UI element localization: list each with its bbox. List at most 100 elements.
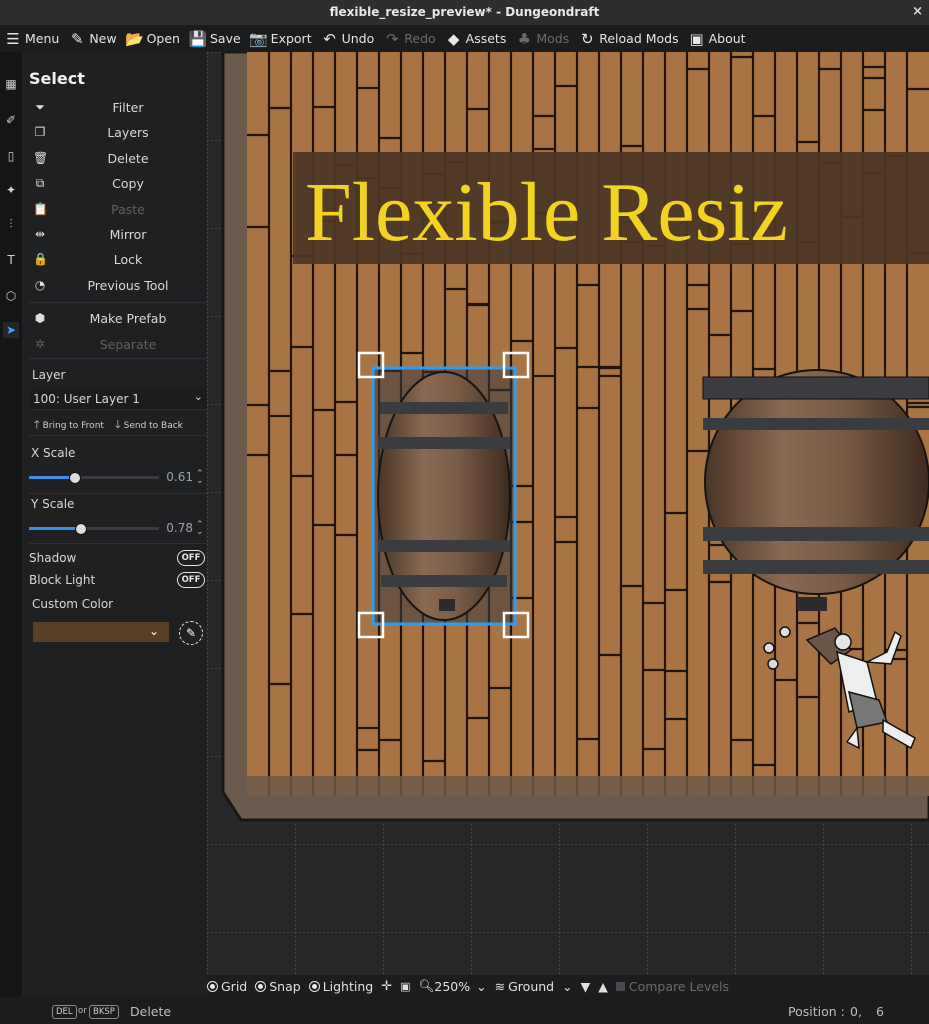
command-label: Separate xyxy=(99,336,157,352)
scatter-icon[interactable]: ✦ xyxy=(3,182,19,198)
trash-icon: 🗑 xyxy=(33,150,49,165)
command-label: Mirror xyxy=(109,227,147,242)
brush-icon[interactable]: ✐ xyxy=(3,112,19,128)
cube-icon: ⬢ xyxy=(34,311,46,325)
divider xyxy=(29,302,207,303)
menu-undo-button[interactable]: ↶ Undo xyxy=(321,29,374,48)
block-light-toggle[interactable]: OFF xyxy=(177,572,205,588)
calendar-icon[interactable]: ▣ xyxy=(400,980,410,993)
lighting-label: Lighting xyxy=(322,978,374,994)
folder-open-icon: 📂 xyxy=(125,29,144,48)
y-scale-spinner-icon[interactable]: ⌃ ⌄ xyxy=(196,521,204,537)
slider-knob[interactable] xyxy=(68,472,81,484)
select-arrow-icon[interactable]: ➤ xyxy=(3,322,19,338)
layers-icon: ❐ xyxy=(34,125,46,140)
center-view-icon[interactable]: ✛ xyxy=(381,979,392,994)
radio-icon xyxy=(207,980,218,992)
close-icon[interactable]: × xyxy=(912,4,923,19)
window-titlebar: flexible_resize_preview* - Dungeondraft … xyxy=(0,0,929,25)
map-icon[interactable]: ▦ xyxy=(3,76,19,92)
mirror-button[interactable]: ⇹ Mirror xyxy=(29,224,207,246)
map-canvas[interactable]: Flexible Resiz xyxy=(207,52,929,975)
menu-label: New xyxy=(89,31,117,46)
custom-color-dropdown[interactable]: ⌄ xyxy=(33,622,169,642)
layers-button[interactable]: ❐ Layers xyxy=(29,122,207,144)
command-label: Previous Tool xyxy=(87,277,169,293)
book-icon[interactable]: ▯ xyxy=(3,148,19,164)
slider-knob[interactable] xyxy=(75,523,87,535)
menu-menu-button[interactable]: ☰ Menu xyxy=(4,30,59,48)
copy-button[interactable]: ⧉ Copy xyxy=(29,173,207,195)
position-x: 0, xyxy=(850,1004,862,1019)
puzzle-icon: ♣ xyxy=(517,29,532,48)
level-up-button[interactable]: ▲ xyxy=(598,979,608,994)
separate-button[interactable]: ✲ Separate xyxy=(29,334,207,356)
filter-button[interactable]: ⏷ Filter xyxy=(29,97,207,119)
arrow-down-icon: 🡓 xyxy=(115,418,121,431)
menu-label: Assets xyxy=(465,31,507,46)
y-scale-value[interactable]: 0.78 xyxy=(163,521,193,535)
compare-levels-toggle[interactable]: Compare Levels xyxy=(615,978,730,994)
snap-toggle[interactable]: Snap xyxy=(255,979,301,994)
layer-value: 100: User Layer 1 xyxy=(33,392,140,406)
paste-button[interactable]: 📋 Paste xyxy=(29,199,207,221)
menu-open-button[interactable]: 📂 Open xyxy=(125,29,180,48)
hamburger-icon: ☰ xyxy=(6,29,20,48)
x-scale-value[interactable]: 0.61 xyxy=(163,470,193,484)
text-icon[interactable]: T xyxy=(3,252,19,268)
x-scale-spinner-icon[interactable]: ⌃ ⌄ xyxy=(196,470,204,486)
radio-icon xyxy=(255,980,267,992)
chevron-down-icon: ⌄ xyxy=(193,390,203,403)
paste-icon: 📋 xyxy=(33,201,48,216)
command-label: Paste xyxy=(111,201,145,217)
separate-icon: ✲ xyxy=(34,336,46,351)
grid-label: Grid xyxy=(221,978,248,994)
grid-toggle[interactable]: Grid xyxy=(207,979,247,994)
compare-levels-label: Compare Levels xyxy=(628,978,730,994)
book-icon: ▣ xyxy=(689,29,704,48)
menu-label: Mods xyxy=(536,31,570,46)
lighting-toggle[interactable]: Lighting xyxy=(308,978,374,994)
bring-to-front-button[interactable]: 🡑 Bring to Front xyxy=(34,416,104,435)
slider-fill xyxy=(29,527,81,530)
menu-new-button[interactable]: ✎ New xyxy=(68,30,117,48)
command-label: Copy xyxy=(112,176,144,192)
command-label: Layers xyxy=(107,125,149,141)
y-scale-label: Y Scale xyxy=(31,497,75,511)
menu-reload-mods-button[interactable]: ↻ Reload Mods xyxy=(578,30,679,48)
menu-assets-button[interactable]: ◆ Assets xyxy=(445,30,507,48)
selected-barrel[interactable] xyxy=(377,371,511,621)
menu-about-button[interactable]: ▣ About xyxy=(688,30,746,48)
x-scale-slider[interactable] xyxy=(29,470,159,484)
menu-save-button[interactable]: 💾 Save xyxy=(189,30,241,48)
chevron-down-icon: ⌄ xyxy=(562,978,573,994)
cube-icon[interactable]: ⬡ xyxy=(3,288,19,304)
shadow-label: Shadow xyxy=(29,551,77,565)
chevron-down-icon: ⌄ xyxy=(148,624,159,638)
y-scale-slider[interactable] xyxy=(29,521,159,535)
divider xyxy=(29,435,207,436)
menu-export-button[interactable]: 📷 Export xyxy=(249,29,311,48)
copy-icon: ⧉ xyxy=(35,176,45,191)
delete-button[interactable]: 🗑 Delete xyxy=(29,148,207,170)
make-prefab-button[interactable]: ⬢ Make Prefab xyxy=(29,308,207,330)
level-down-button[interactable]: ▼ xyxy=(581,979,591,994)
send-to-back-label: Send to Back xyxy=(123,421,183,431)
menu-redo-button[interactable]: ↷ Redo xyxy=(383,30,436,48)
menu-mods-button[interactable]: ♣ Mods xyxy=(515,29,570,48)
shadow-toggle[interactable]: OFF xyxy=(177,550,205,566)
menu-label: Redo xyxy=(404,31,436,46)
eyedropper-icon[interactable]: ✎ xyxy=(179,621,203,645)
checkbox-icon xyxy=(615,981,625,991)
send-to-back-button[interactable]: 🡓 Send to Back xyxy=(115,416,183,435)
level-select[interactable]: ≋ Ground ⌄ xyxy=(495,979,573,994)
undo-icon: ↶ xyxy=(323,29,336,48)
lock-button[interactable]: 🔒 Lock xyxy=(29,249,207,271)
history-icon: ◔ xyxy=(34,277,46,292)
sliders-icon[interactable]: ⫶ xyxy=(3,216,19,232)
layer-select[interactable]: 100: User Layer 1 ⌄ xyxy=(29,389,207,410)
menu-bar: ☰ Menu ✎ New 📂 Open 💾 Save 📷 Export ↶ Undo ↷ Redo ◆ Ass… xyxy=(0,25,929,52)
zoom-control[interactable]: 🔍︎ 250% ⌄ xyxy=(419,978,487,994)
camera-icon: 📷 xyxy=(249,29,269,48)
previous-tool-button[interactable]: ◔ Previous Tool xyxy=(29,275,207,297)
